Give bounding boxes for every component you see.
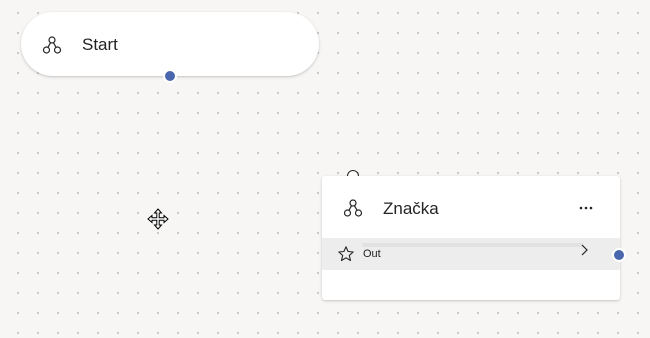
branch-row-out[interactable]: Out (322, 238, 620, 270)
flow-canvas[interactable]: Start Značka Out (0, 0, 650, 338)
start-output-port[interactable] (163, 69, 177, 83)
more-dots-icon (579, 206, 593, 210)
node-tree-icon (42, 36, 62, 54)
branch-connector-track (362, 243, 584, 247)
node-tree-icon (343, 199, 363, 217)
branch-output-port[interactable] (612, 248, 626, 262)
tag-node-title: Značka (383, 199, 439, 218)
more-options-button[interactable] (574, 196, 598, 220)
chevron-right-icon[interactable] (577, 243, 591, 257)
branch-label: Out (363, 248, 381, 260)
move-cursor-icon (147, 208, 169, 230)
star-icon (338, 246, 354, 262)
start-node-title: Start (82, 35, 118, 54)
start-node[interactable]: Start (21, 12, 319, 76)
tag-node[interactable]: Značka Out (322, 176, 620, 300)
